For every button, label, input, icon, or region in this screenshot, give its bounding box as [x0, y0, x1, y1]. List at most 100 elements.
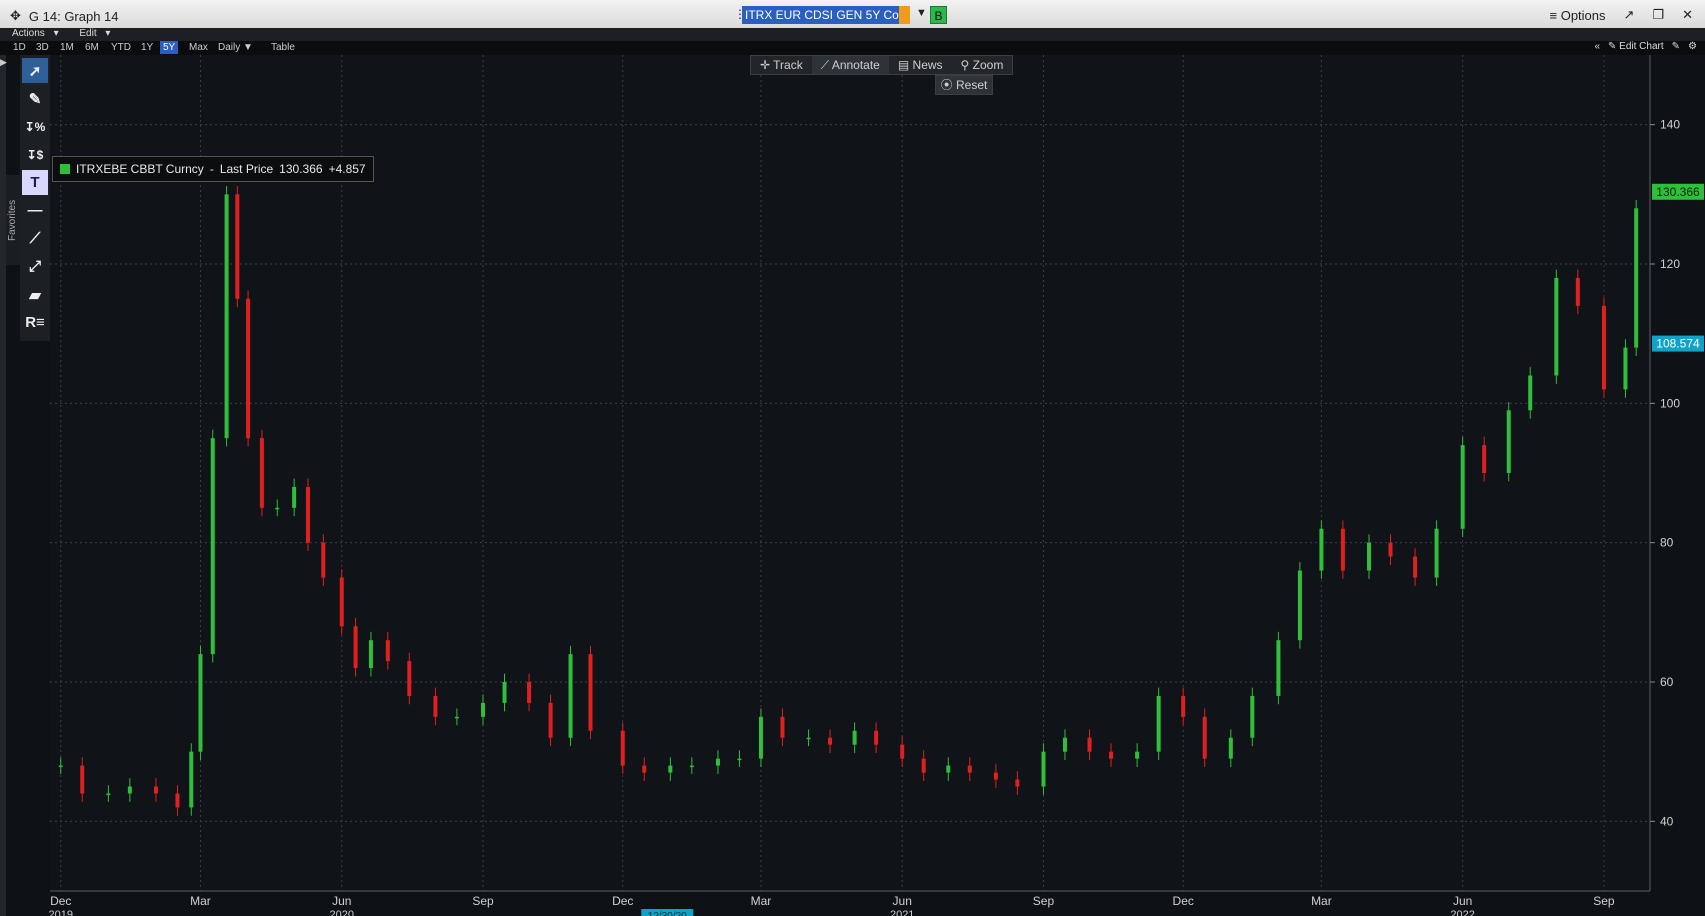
range-1d[interactable]: 1D: [10, 41, 29, 54]
price-chart[interactable]: 40 60 80 100 120 140 130.366 108.574 Dec Mar Jun S…: [0, 55, 1705, 916]
y-tick-label: 40: [1660, 814, 1674, 828]
track-label: Track: [773, 58, 803, 72]
table-button[interactable]: Table: [268, 41, 298, 54]
candle-body: [305, 486, 310, 543]
candle-body: [368, 640, 373, 669]
candle-body: [246, 298, 251, 439]
y-tick-label: 100: [1660, 396, 1680, 410]
candle-body: [588, 654, 593, 731]
candle-body: [1388, 542, 1393, 557]
range-3d[interactable]: 3D: [33, 41, 52, 54]
candle-body: [1340, 528, 1345, 571]
menu-edit-label: Edit: [79, 28, 97, 39]
candle-body: [967, 765, 972, 773]
options-button[interactable]: ≡ Options: [1550, 8, 1606, 23]
x-tick-label: Mar: [1311, 894, 1332, 908]
edit-chart-button[interactable]: ✎ Edit Chart: [1608, 41, 1664, 52]
candle-body: [198, 654, 203, 752]
chart-legend[interactable]: ITRXEBE CBBT Curncy - Last Price 130.366…: [52, 156, 374, 182]
ticker-input-end[interactable]: [899, 6, 910, 24]
reset-button[interactable]: ⦿ Reset: [935, 75, 993, 95]
candle-body: [1135, 751, 1140, 759]
candle-body: [321, 542, 326, 578]
candle-body: [1319, 528, 1324, 571]
candle-body: [737, 758, 742, 761]
candle-body: [259, 438, 264, 508]
x-tick-label: Dec: [50, 894, 71, 908]
x-tick-label: Jun: [332, 894, 351, 908]
zoom-button[interactable]: ⚲ Zoom: [952, 56, 1013, 74]
menu-actions[interactable]: Actions ▾: [0, 28, 65, 39]
candle-body: [224, 194, 229, 439]
legend-separator: -: [209, 162, 214, 176]
x-axis: Dec Mar Jun Sep Dec Mar Jun Sep Dec Mar Jun Sep 2019…: [49, 890, 1650, 916]
ticker-dropdown-icon[interactable]: ▼: [916, 7, 927, 19]
close-icon[interactable]: ✕: [1682, 7, 1693, 23]
candle-body: [1228, 737, 1233, 759]
candle-body: [210, 438, 215, 655]
candle-body: [1276, 640, 1281, 696]
candle-body: [1041, 751, 1046, 787]
candle-body: [1109, 751, 1114, 759]
pencil-icon: ✎: [1608, 41, 1620, 52]
candle-body: [1575, 277, 1580, 306]
candle-body: [1482, 445, 1487, 473]
range-ytd[interactable]: YTD: [108, 41, 134, 54]
candle-body: [127, 786, 132, 794]
candle-body: [900, 744, 905, 759]
candle-body: [806, 737, 811, 740]
candle-body: [993, 772, 998, 780]
candle-body: [1087, 737, 1092, 752]
candle-body: [153, 786, 158, 794]
y-tick-label: 60: [1660, 675, 1674, 689]
x-tick-label: Mar: [190, 894, 211, 908]
x-tick-label: Sep: [1033, 894, 1055, 908]
options-label: Options: [1560, 7, 1606, 23]
settings-icon[interactable]: ⚙: [1688, 41, 1697, 52]
reset-label: Reset: [955, 78, 988, 92]
candle-body: [642, 765, 647, 773]
candle-body: [921, 758, 926, 773]
collapse-icon[interactable]: «: [1594, 41, 1600, 52]
candle-body: [1367, 542, 1372, 571]
candle-body: [175, 793, 180, 808]
ticker-input[interactable]: ITRX EUR CDSI GEN 5Y Corp: [742, 6, 910, 24]
security-badge[interactable]: B: [930, 6, 947, 24]
track-button[interactable]: ✛ Track: [751, 56, 812, 74]
news-icon: ▤: [897, 58, 913, 72]
candle-body: [1460, 445, 1465, 529]
candle-body: [481, 702, 486, 717]
zoom-label: Zoom: [972, 58, 1004, 72]
candle-body: [828, 737, 833, 745]
x-year-label: 2021: [890, 909, 914, 916]
range-1y[interactable]: 1Y: [138, 41, 156, 54]
candle-body: [946, 765, 951, 773]
candle-body: [874, 730, 879, 745]
x-year-label: 2020: [330, 909, 354, 916]
restore-icon[interactable]: ❐: [1652, 7, 1664, 23]
news-button[interactable]: ▤ News: [889, 56, 952, 74]
x-tick-label: Sep: [1593, 894, 1615, 908]
menu-edit[interactable]: Edit ▾: [67, 28, 116, 39]
range-1m[interactable]: 1M: [57, 41, 77, 54]
edit-icon[interactable]: ✎: [1672, 41, 1680, 52]
last-price-label: 130.366: [1656, 185, 1700, 199]
candle-body: [339, 577, 344, 627]
range-max[interactable]: Max: [186, 41, 211, 54]
menu-bar: Actions ▾ Edit ▾: [0, 28, 1705, 41]
menu-actions-label: Actions: [12, 28, 45, 39]
frequency-select[interactable]: Daily ▼: [215, 41, 256, 54]
candle-body: [1181, 695, 1186, 717]
popout-icon[interactable]: ↗: [1624, 7, 1635, 23]
legend-value: 130.366: [279, 162, 323, 176]
candle-body: [1554, 277, 1559, 376]
candle-body: [407, 661, 412, 696]
range-6m[interactable]: 6M: [82, 41, 102, 54]
y-tick-label: 80: [1660, 536, 1674, 550]
candle-body: [106, 793, 111, 795]
candle-body: [668, 765, 673, 773]
range-5y[interactable]: 5Y: [160, 41, 179, 54]
move-icon[interactable]: ✥: [10, 8, 21, 24]
annotate-button[interactable]: ⟋ Annotate: [811, 56, 889, 74]
legend-change: +4.857: [328, 162, 366, 176]
